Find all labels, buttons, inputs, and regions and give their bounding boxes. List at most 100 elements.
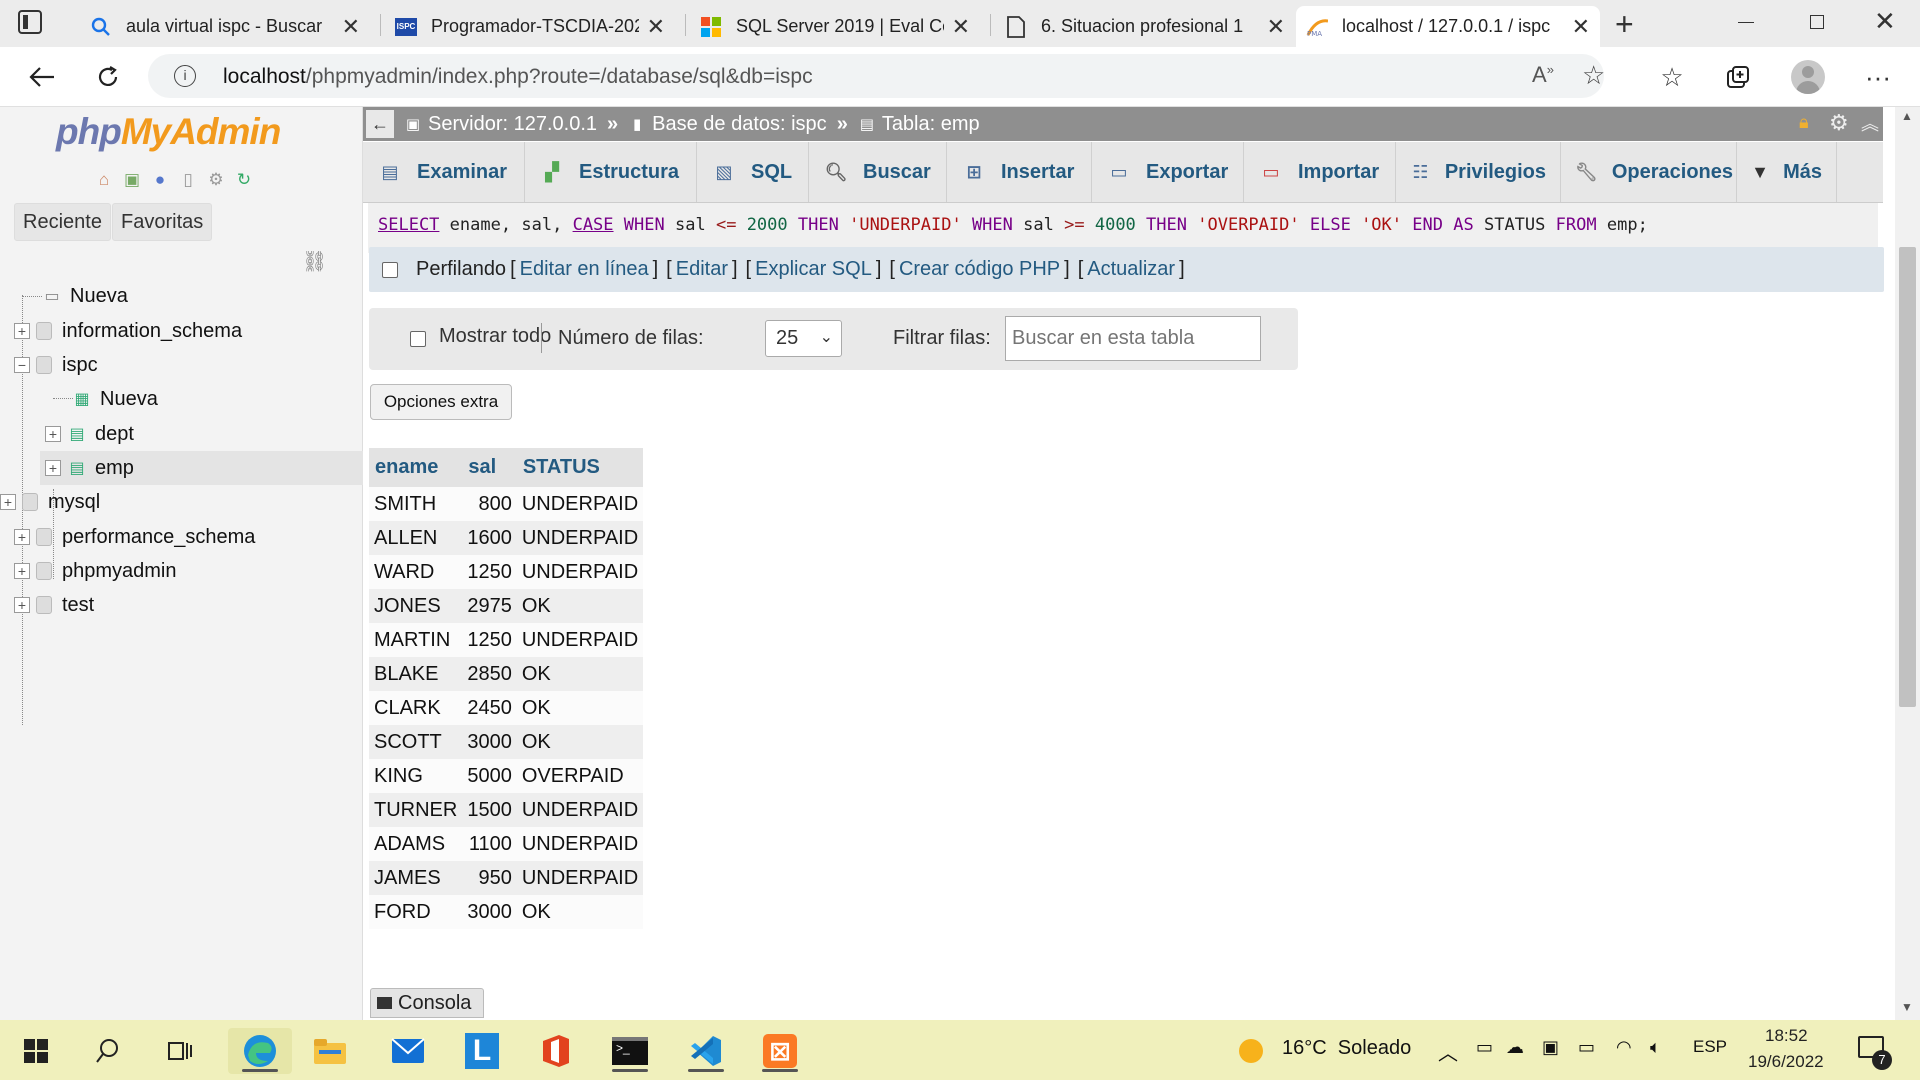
tree-db-mysql[interactable]: + mysql bbox=[0, 485, 100, 519]
mail-icon[interactable] bbox=[380, 1028, 436, 1074]
lock-icon[interactable]: 🔒︎ bbox=[1799, 112, 1809, 133]
extra-options-button[interactable]: Opciones extra bbox=[370, 384, 512, 420]
chevron-up-icon[interactable]: ︿ bbox=[1438, 1037, 1458, 1066]
weather-text[interactable]: 16°C Soleado bbox=[1282, 1037, 1411, 1060]
tree-table-dept[interactable]: + ▤ dept bbox=[45, 417, 134, 451]
cell-sal[interactable]: 2450 bbox=[462, 691, 517, 725]
expand-icon[interactable]: + bbox=[14, 323, 30, 339]
read-aloud-icon[interactable]: A» bbox=[1532, 62, 1554, 88]
cell-status[interactable]: UNDERPAID bbox=[516, 861, 644, 895]
more-icon[interactable]: ··· bbox=[1858, 57, 1898, 97]
tab-recent[interactable]: Reciente bbox=[14, 203, 111, 241]
collapse-icon[interactable]: − bbox=[14, 357, 30, 373]
tab-sql[interactable]: ▧ SQL bbox=[697, 142, 809, 202]
tree-db-ispc[interactable]: − ispc bbox=[14, 348, 98, 382]
cell-status[interactable]: UNDERPAID bbox=[516, 827, 644, 861]
clock-time[interactable]: 18:52 bbox=[1765, 1026, 1808, 1046]
refresh-link[interactable]: Actualizar bbox=[1087, 258, 1175, 281]
profile-avatar[interactable] bbox=[1788, 57, 1828, 97]
filter-rows-input[interactable] bbox=[1005, 316, 1261, 361]
tab-favorites[interactable]: Favoritas bbox=[112, 203, 213, 241]
browser-tab[interactable]: aula virtual ispc - Buscar ✕ bbox=[80, 6, 370, 47]
reload-icon[interactable]: ↻ bbox=[233, 169, 255, 191]
edge-icon[interactable] bbox=[228, 1028, 292, 1074]
cell-status[interactable]: OK bbox=[516, 691, 644, 725]
explain-sql-link[interactable]: Explicar SQL bbox=[755, 258, 872, 281]
logout-icon[interactable]: ▣ bbox=[121, 169, 143, 191]
cell-ename[interactable]: TURNER bbox=[369, 793, 463, 827]
file-explorer-icon[interactable] bbox=[302, 1028, 358, 1074]
tree-ispc-new[interactable]: ▦ Nueva bbox=[72, 382, 157, 416]
collapse-top-icon[interactable]: ︽ bbox=[1861, 110, 1879, 136]
expand-icon[interactable]: + bbox=[14, 529, 30, 545]
create-php-link[interactable]: Crear código PHP bbox=[899, 258, 1060, 281]
cell-ename[interactable]: SCOTT bbox=[369, 725, 463, 759]
scroll-down-icon[interactable]: ▼ bbox=[1901, 1000, 1913, 1014]
tab-actions-icon[interactable] bbox=[18, 10, 42, 34]
back-icon[interactable] bbox=[22, 57, 62, 97]
expand-icon[interactable]: + bbox=[14, 563, 30, 579]
close-icon[interactable]: ✕ bbox=[1267, 14, 1285, 40]
app-tray-icon[interactable]: ▣ bbox=[1542, 1037, 1559, 1058]
edit-inline-link[interactable]: Editar en línea bbox=[520, 258, 649, 281]
tab-search[interactable]: 🔍︎ Buscar bbox=[809, 142, 947, 202]
add-favorite-icon[interactable]: ☆ bbox=[1582, 60, 1605, 91]
meet-icon[interactable]: ▭ bbox=[1476, 1037, 1493, 1058]
cell-status[interactable]: UNDERPAID bbox=[516, 487, 644, 521]
search-icon[interactable] bbox=[80, 1028, 136, 1074]
cell-sal[interactable]: 2975 bbox=[462, 589, 517, 623]
help-icon[interactable]: ● bbox=[149, 169, 171, 191]
collections-icon[interactable] bbox=[1718, 57, 1758, 97]
new-tab-icon[interactable]: + bbox=[1615, 6, 1634, 43]
cell-ename[interactable]: SMITH bbox=[369, 487, 463, 521]
breadcrumb-database[interactable]: ▮ Base de datos: ispc bbox=[628, 113, 827, 136]
vertical-scrollbar[interactable]: ▲ ▼ bbox=[1895, 107, 1920, 1020]
column-header-status[interactable]: STATUS bbox=[516, 448, 644, 487]
breadcrumb-table[interactable]: ▤ Tabla: emp bbox=[858, 113, 980, 136]
restore-icon[interactable] bbox=[1810, 15, 1824, 29]
refresh-icon[interactable] bbox=[88, 57, 128, 97]
start-icon[interactable] bbox=[8, 1028, 64, 1074]
cell-status[interactable]: OK bbox=[516, 895, 644, 929]
task-view-icon[interactable] bbox=[152, 1028, 208, 1074]
cell-sal[interactable]: 3000 bbox=[462, 725, 517, 759]
address-bar[interactable]: i localhost/phpmyadmin/index.php?route=/… bbox=[148, 54, 1605, 98]
terminal-icon[interactable]: >_ bbox=[602, 1028, 658, 1074]
console-toggle[interactable]: Consola bbox=[370, 988, 484, 1018]
cell-status[interactable]: OVERPAID bbox=[516, 759, 644, 793]
url-text[interactable]: localhost/phpmyadmin/index.php?route=/da… bbox=[223, 65, 813, 89]
language-indicator[interactable]: ESP bbox=[1693, 1037, 1727, 1057]
cell-sal[interactable]: 1100 bbox=[462, 827, 517, 861]
cell-ename[interactable]: KING bbox=[369, 759, 463, 793]
tab-import[interactable]: ▭ Importar bbox=[1244, 142, 1396, 202]
cell-ename[interactable]: JONES bbox=[369, 589, 463, 623]
browser-tab-active[interactable]: PMA localhost / 127.0.0.1 / ispc ✕ bbox=[1296, 6, 1600, 47]
site-info-icon[interactable]: i bbox=[174, 65, 196, 87]
tab-export[interactable]: ▭ Exportar bbox=[1092, 142, 1244, 202]
cell-ename[interactable]: WARD bbox=[369, 555, 463, 589]
cell-sal[interactable]: 1250 bbox=[462, 623, 517, 657]
cell-ename[interactable]: MARTIN bbox=[369, 623, 463, 657]
cell-status[interactable]: OK bbox=[516, 589, 644, 623]
cell-sal[interactable]: 1600 bbox=[462, 521, 517, 555]
expand-icon[interactable]: + bbox=[45, 426, 61, 442]
tree-db-phpmyadmin[interactable]: + phpmyadmin bbox=[14, 554, 177, 588]
volume-icon[interactable]: 🔈︎ bbox=[1650, 1037, 1661, 1058]
wifi-icon[interactable]: ◠ bbox=[1616, 1037, 1632, 1058]
onedrive-icon[interactable]: ☁ bbox=[1506, 1037, 1524, 1058]
tree-db-information_schema[interactable]: + information_schema bbox=[14, 314, 242, 348]
cell-sal[interactable]: 1250 bbox=[462, 555, 517, 589]
settings-icon[interactable]: ⚙ bbox=[1829, 110, 1849, 136]
link-icon[interactable]: ⛓ bbox=[302, 249, 327, 274]
cell-status[interactable]: UNDERPAID bbox=[516, 555, 644, 589]
close-icon[interactable]: ✕ bbox=[342, 14, 360, 40]
expand-icon[interactable]: + bbox=[14, 597, 30, 613]
tree-item-new[interactable]: ▭ Nueva bbox=[42, 279, 127, 313]
cell-sal[interactable]: 5000 bbox=[462, 759, 517, 793]
tab-operations[interactable]: 🔧︎ Operaciones bbox=[1561, 142, 1737, 202]
clock-date[interactable]: 19/6/2022 bbox=[1748, 1052, 1824, 1072]
office-icon[interactable] bbox=[528, 1028, 584, 1074]
expand-icon[interactable]: + bbox=[0, 494, 16, 510]
browser-tab[interactable]: ISPC Programador-TSCDIA-202 ✕ bbox=[385, 6, 675, 47]
cell-ename[interactable]: JAMES bbox=[369, 861, 463, 895]
